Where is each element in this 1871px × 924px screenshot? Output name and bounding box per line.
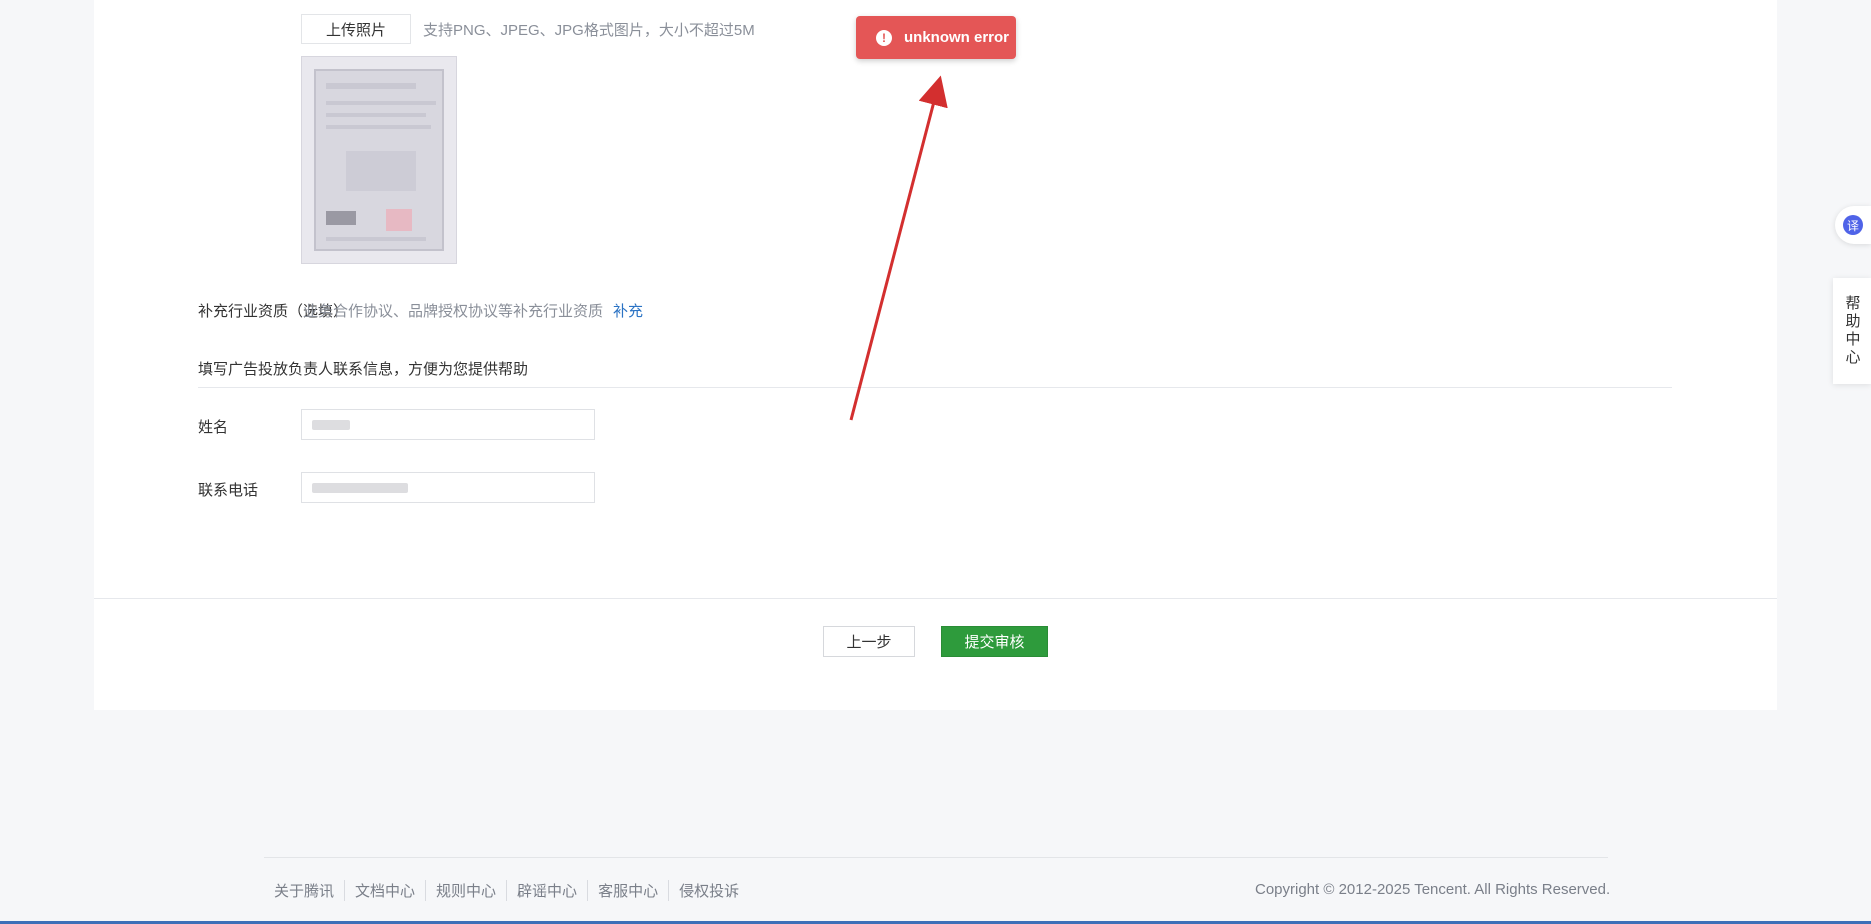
footer-link-complaint[interactable]: 侵权投诉 xyxy=(669,880,749,901)
section-divider xyxy=(198,387,1672,388)
supplement-description: 业务合作协议、品牌授权协议等补充行业资质 xyxy=(303,302,604,320)
upload-photo-button[interactable]: 上传照片 xyxy=(301,14,411,44)
help-center-label: 帮助中心 xyxy=(1843,295,1861,367)
phone-label: 联系电话 xyxy=(198,482,259,499)
error-toast: ! unknown error xyxy=(856,16,1016,59)
footer-link-about[interactable]: 关于腾讯 xyxy=(274,880,346,901)
card-footer-divider xyxy=(94,598,1777,599)
license-image-thumbnail[interactable] xyxy=(301,56,457,264)
blurred-block xyxy=(346,151,416,191)
site-footer-divider xyxy=(264,857,1608,858)
footer-link-rules[interactable]: 规则中心 xyxy=(426,880,508,901)
license-image-frame xyxy=(314,69,444,251)
contact-section-title: 填写广告投放负责人联系信息，方便为您提供帮助 xyxy=(198,361,529,378)
blurred-value xyxy=(312,483,408,493)
help-center-tab[interactable]: 帮助中心 xyxy=(1833,278,1871,384)
blurred-text xyxy=(326,83,416,89)
footer-link-docs[interactable]: 文档中心 xyxy=(345,880,427,901)
blurred-text xyxy=(326,113,426,117)
blurred-text xyxy=(326,237,426,241)
name-label: 姓名 xyxy=(198,419,229,436)
supplement-link[interactable]: 补充 xyxy=(613,300,643,321)
blurred-text xyxy=(326,125,431,129)
toast-message: unknown error xyxy=(904,29,1010,46)
translate-icon: 译 xyxy=(1843,215,1863,235)
supplement-row: 补充行业资质（选填） 业务合作协议、品牌授权协议等补充行业资质 补充 xyxy=(198,298,643,322)
prev-step-button[interactable]: 上一步 xyxy=(823,626,915,657)
exclamation-icon: ! xyxy=(876,29,892,46)
blurred-seal xyxy=(386,209,412,231)
name-input[interactable] xyxy=(301,409,595,440)
footer-link-rumor[interactable]: 辟谣中心 xyxy=(507,880,589,901)
upload-hint: 支持PNG、JPEG、JPG格式图片，大小不超过5M xyxy=(423,21,755,39)
footer-link-service[interactable]: 客服中心 xyxy=(588,880,670,901)
phone-input[interactable] xyxy=(301,472,595,503)
translate-widget[interactable]: 译 xyxy=(1835,206,1871,244)
upload-row: 上传照片 支持PNG、JPEG、JPG格式图片，大小不超过5M xyxy=(301,14,755,44)
blurred-text xyxy=(326,101,436,105)
blurred-value xyxy=(312,420,350,430)
submit-review-button[interactable]: 提交审核 xyxy=(941,626,1048,657)
copyright-text: Copyright © 2012-2025 Tencent. All Right… xyxy=(1255,881,1611,898)
blurred-block xyxy=(326,211,356,225)
footer-links: 关于腾讯 文档中心 规则中心 辟谣中心 客服中心 侵权投诉 xyxy=(274,880,749,901)
